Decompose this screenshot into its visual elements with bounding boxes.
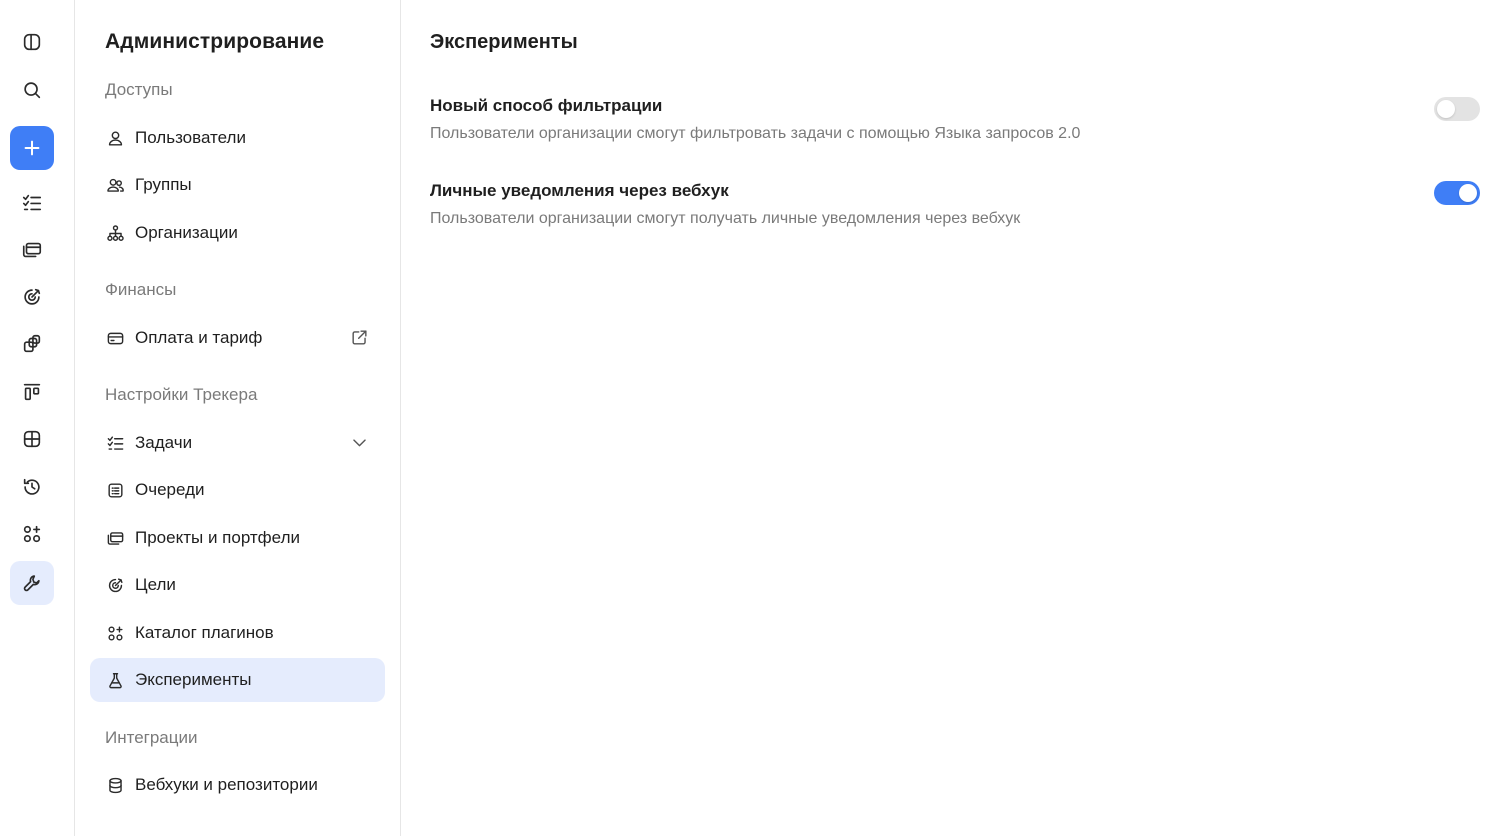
sidebar-item-projects[interactable]: Проекты и портфели: [90, 516, 385, 560]
section-integrations: Интеграции: [105, 728, 198, 747]
projects-nav-button[interactable]: [10, 228, 54, 272]
sidebar-item-organizations[interactable]: Организации: [90, 211, 385, 255]
setting-description: Пользователи организации смогут фильтров…: [430, 125, 1081, 142]
goals-nav-button[interactable]: [10, 275, 54, 319]
section-tracker-settings: Настройки Трекера: [105, 385, 258, 404]
section-finance: Финансы: [105, 280, 177, 299]
setting-title: Новый способ фильтрации: [430, 96, 663, 115]
sidebar-item-experiments[interactable]: Эксперименты: [90, 658, 385, 702]
plugins-icon: [105, 623, 125, 643]
sidebar-item-users[interactable]: Пользователи: [90, 116, 385, 160]
plugins-nav-button[interactable]: [10, 512, 54, 556]
sidebar-item-queues[interactable]: Очереди: [90, 468, 385, 512]
external-link-icon: [350, 328, 370, 348]
sidebar-item-label: Каталог плагинов: [135, 623, 274, 642]
new-filtering-toggle[interactable]: [1434, 97, 1480, 121]
sidebar-item-tasks[interactable]: Задачи: [90, 421, 385, 465]
sidebar-item-goals[interactable]: Цели: [90, 563, 385, 607]
portfolio-icon: [23, 334, 41, 353]
portfolio-nav-button[interactable]: [10, 322, 54, 366]
flask-icon: [105, 670, 125, 690]
goals-icon: [105, 575, 125, 595]
board-icon: [23, 383, 41, 401]
sidebar-item-groups[interactable]: Группы: [90, 163, 385, 207]
sidebar-item-label: Проекты и портфели: [135, 528, 300, 547]
org-structure-icon: [105, 223, 125, 243]
sidebar-item-label: Цели: [135, 575, 176, 594]
chevron-down-icon[interactable]: [350, 433, 370, 453]
create-button[interactable]: [10, 126, 54, 170]
sidebar-title: Администрирование: [105, 30, 325, 53]
sidebar-item-label: Эксперименты: [135, 670, 252, 689]
setting-title: Личные уведомления через вебхук: [430, 181, 729, 200]
setting-new-filtering: Новый способ фильтрации Пользователи орг…: [430, 96, 1510, 143]
plugins-icon: [23, 525, 41, 543]
history-nav-button[interactable]: [10, 465, 54, 509]
credit-card-icon: [105, 328, 125, 348]
history-icon: [23, 478, 40, 495]
sidebar-toggle-button[interactable]: [10, 20, 54, 64]
sidebar-item-billing[interactable]: Оплата и тариф: [90, 316, 385, 360]
task-list-icon: [105, 433, 125, 453]
group-icon: [105, 175, 125, 195]
sidebar-item-label: Вебхуки и репозитории: [135, 775, 318, 794]
wrench-icon: [23, 575, 40, 592]
search-button[interactable]: [10, 68, 54, 112]
admin-nav-button[interactable]: [10, 561, 54, 605]
goals-icon: [24, 288, 41, 305]
projects-icon: [22, 242, 42, 258]
tables-nav-button[interactable]: [10, 417, 54, 461]
app-rail: [0, 0, 75, 836]
task-list-icon: [22, 194, 42, 211]
main-content: Эксперименты Новый способ фильтрации Пол…: [401, 0, 1511, 836]
sidebar-item-label: Очереди: [135, 480, 205, 499]
setting-description: Пользователи организации смогут получать…: [430, 210, 1021, 227]
database-icon: [105, 775, 125, 795]
plus-icon: [24, 140, 40, 156]
admin-sidebar: Администрирование Доступы Пользователи Г…: [75, 0, 401, 836]
sidebar-toggle-icon: [23, 33, 41, 51]
sidebar-item-label: Пользователи: [135, 128, 246, 147]
queue-icon: [105, 480, 125, 500]
sidebar-item-label: Задачи: [135, 433, 193, 452]
sidebar-item-label: Организации: [135, 223, 238, 242]
user-icon: [105, 128, 125, 148]
toggle-knob: [1459, 184, 1477, 202]
tasks-nav-button[interactable]: [10, 181, 54, 225]
sidebar-item-label: Оплата и тариф: [135, 328, 263, 347]
search-icon: [24, 82, 41, 99]
boards-nav-button[interactable]: [10, 370, 54, 414]
setting-webhook-notifications: Личные уведомления через вебхук Пользова…: [430, 181, 1510, 228]
webhook-notifications-toggle[interactable]: [1434, 181, 1480, 205]
sidebar-item-plugins[interactable]: Каталог плагинов: [90, 611, 385, 655]
toggle-knob: [1437, 100, 1455, 118]
sidebar-item-label: Группы: [135, 175, 192, 194]
page-title: Эксперименты: [430, 31, 578, 53]
section-access: Доступы: [105, 80, 173, 99]
projects-icon: [105, 528, 125, 548]
sidebar-item-webhooks[interactable]: Вебхуки и репозитории: [90, 763, 385, 807]
table-icon: [23, 430, 41, 448]
